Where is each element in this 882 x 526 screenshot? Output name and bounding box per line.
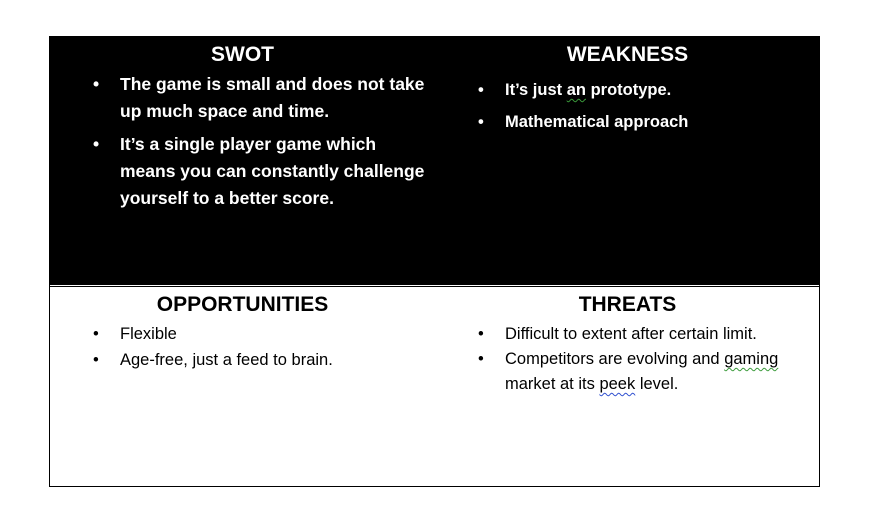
text: market at its [505,375,600,393]
list-item: Flexible [50,321,435,347]
opportunities-cell: OPPORTUNITIES Flexible Age-free, just a … [50,289,435,373]
list-item: It’s a single player game which means yo… [50,131,435,212]
text: level. [635,375,679,393]
strengths-heading: SWOT [211,43,274,66]
opportunities-list: Flexible Age-free, just a feed to brain. [50,321,435,373]
weakness-heading: WEAKNESS [566,43,689,66]
threats-list: Difficult to extent after certain limit.… [435,321,820,397]
opportunities-heading: OPPORTUNITIES [156,293,329,316]
list-item: Difficult to extent after certain limit. [435,321,820,347]
threats-cell: THREATS Difficult to extent after certai… [435,289,820,397]
list-item: The game is small and does not take up m… [50,71,435,125]
grammar-flag[interactable]: an [567,81,586,99]
weakness-list: It’s just an prototype. Mathematical app… [435,77,820,136]
spelling-flag[interactable]: peek [599,375,635,393]
text: Competitors are evolving and [505,350,725,368]
list-item: Age-free, just a feed to brain. [50,347,435,373]
strengths-cell: SWOT The game is small and does not take… [50,39,435,218]
text: prototype. [586,81,672,99]
text: It’s just [505,81,567,99]
grammar-flag[interactable]: gaming [724,350,778,368]
row-divider [50,286,819,287]
swot-table: SWOT The game is small and does not take… [49,36,820,487]
list-item: Mathematical approach [435,109,820,136]
strengths-list: The game is small and does not take up m… [50,71,435,212]
weakness-cell: WEAKNESS It’s just an prototype. Mathema… [435,39,820,136]
threats-heading: THREATS [578,293,677,316]
list-item: Competitors are evolving and gaming mark… [435,347,820,397]
list-item: It’s just an prototype. [435,77,820,104]
